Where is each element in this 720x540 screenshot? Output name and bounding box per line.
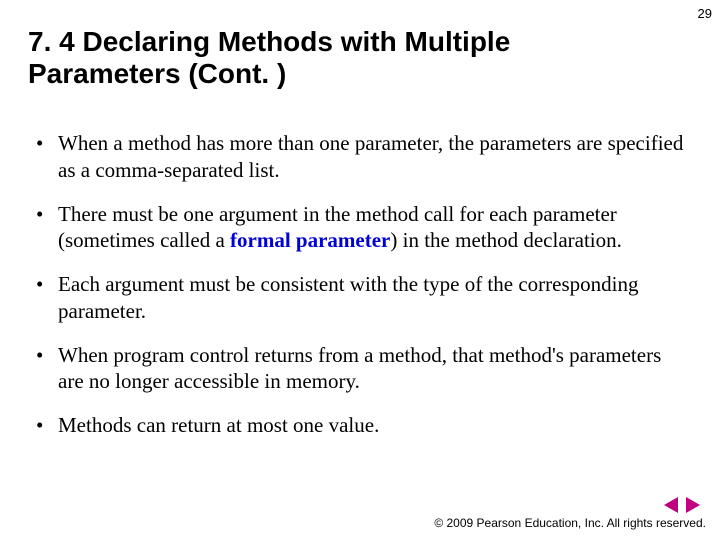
bullet-item: When program control returns from a meth… [54,342,692,395]
bullet-item: Each argument must be consistent with th… [54,271,692,324]
slide-title: 7. 4 Declaring Methods with Multiple Par… [28,26,588,90]
bullet-text: When program control returns from a meth… [58,343,661,393]
formal-parameter-term: formal parameter [230,228,390,252]
bullet-text: Methods can return at most one value. [58,413,379,437]
prev-icon[interactable] [664,497,678,513]
page-number: 29 [698,6,712,21]
slide: 29 7. 4 Declaring Methods with Multiple … [0,0,720,540]
bullet-text: Each argument must be consistent with th… [58,272,638,322]
footer: © 2009 Pearson Education, Inc. All right… [10,496,710,530]
next-icon[interactable] [686,497,700,513]
bullet-list: When a method has more than one paramete… [28,130,692,438]
bullet-item: There must be one argument in the method… [54,201,692,254]
bullet-text-post: ) in the method declaration. [390,228,622,252]
bullet-text: When a method has more than one paramete… [58,131,683,181]
copyright-text: © 2009 Pearson Education, Inc. All right… [10,516,710,530]
nav-controls [10,496,710,514]
bullet-item: Methods can return at most one value. [54,412,692,438]
bullet-item: When a method has more than one paramete… [54,130,692,183]
